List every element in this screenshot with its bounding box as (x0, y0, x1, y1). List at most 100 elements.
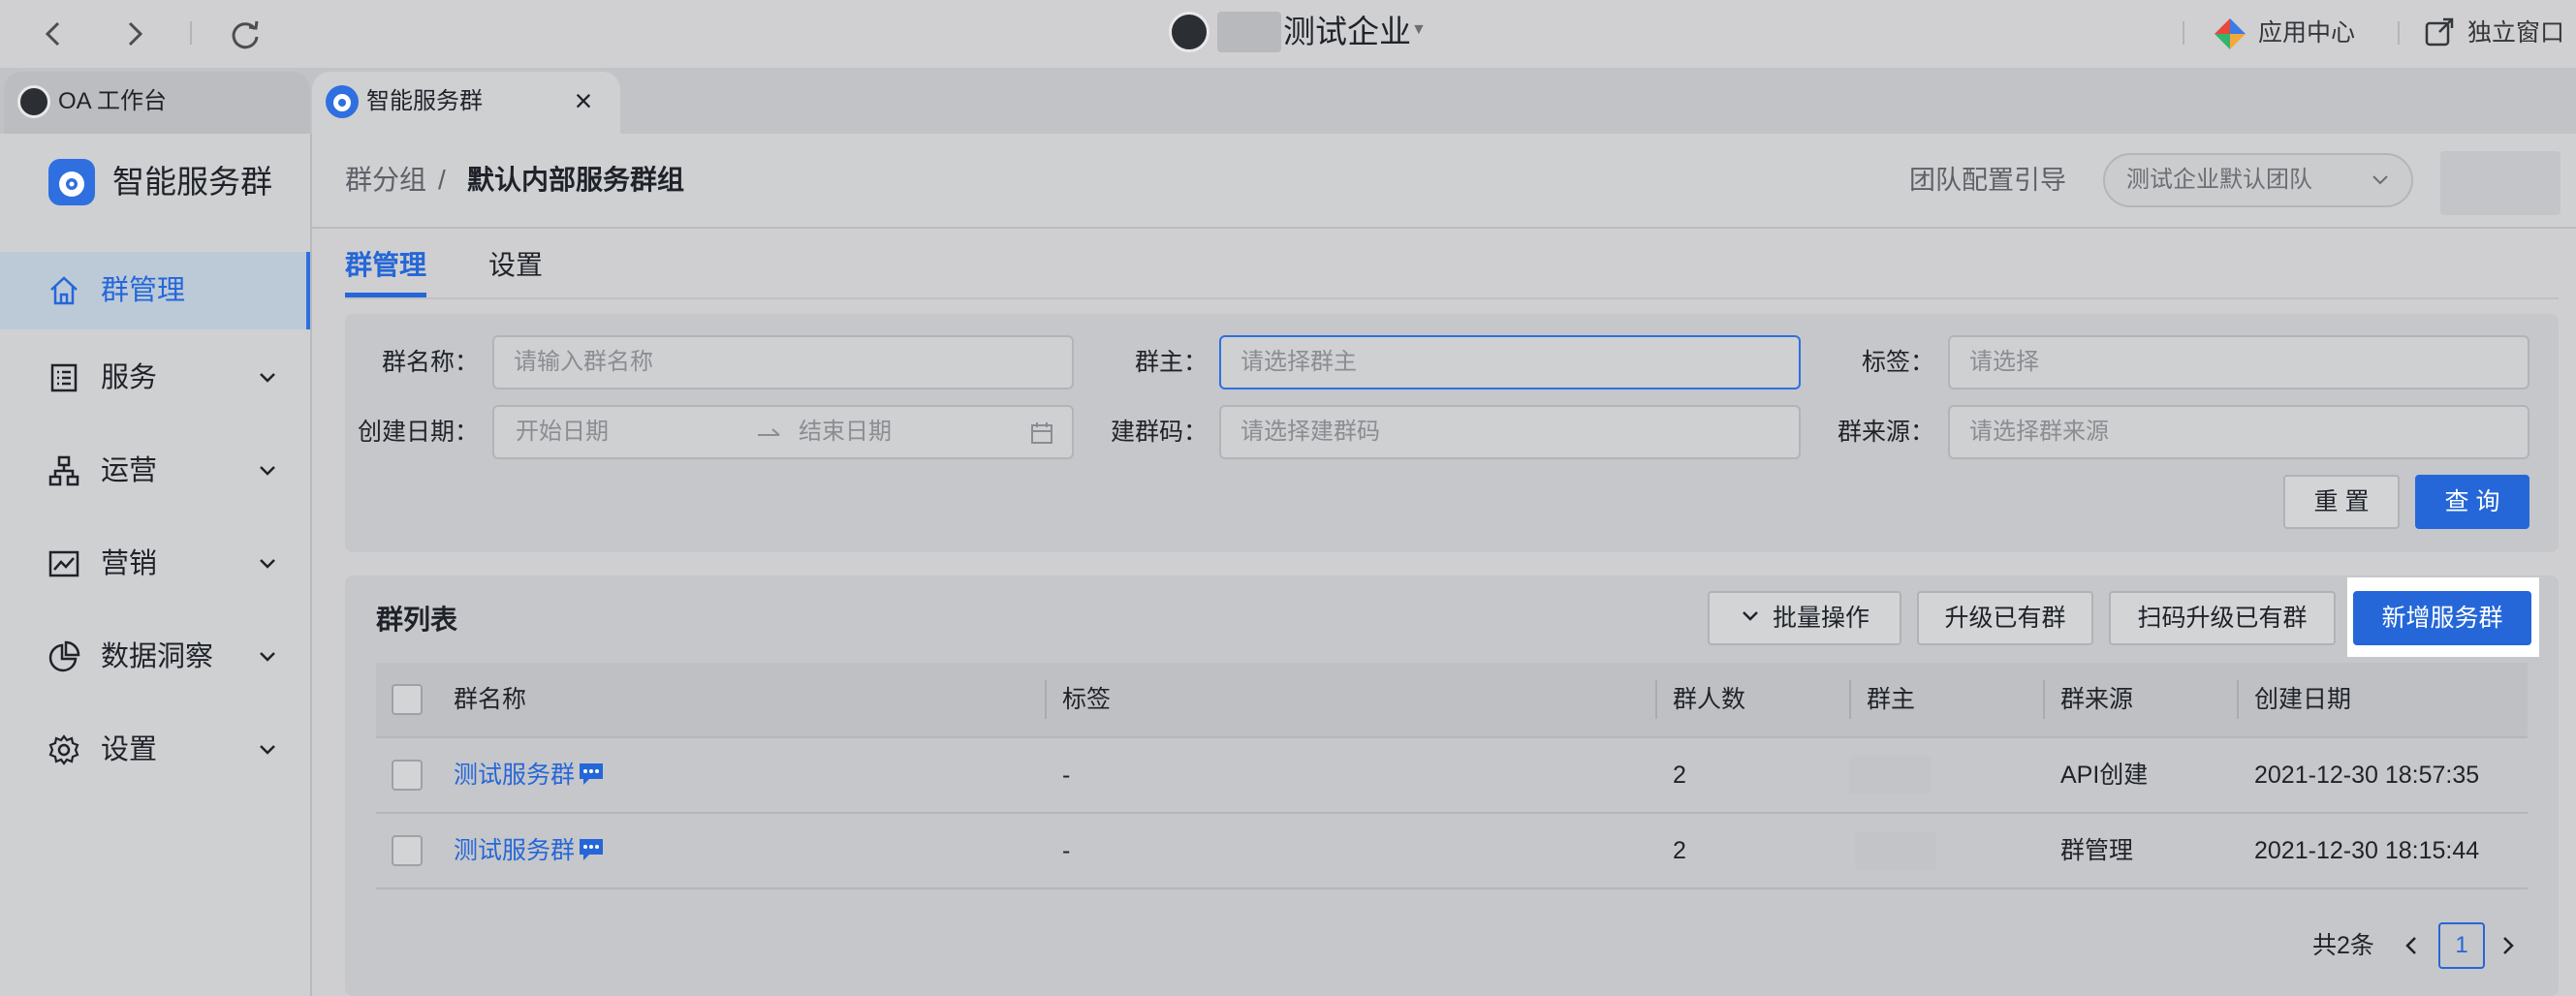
group-source-label: 群来源： (1837, 419, 1934, 446)
search-button[interactable]: 查 询 (2415, 475, 2529, 529)
chat-icon[interactable] (578, 762, 605, 792)
chevron-down-icon (256, 552, 279, 576)
team-config-guide-link[interactable]: 团队配置引导 (1909, 161, 2066, 200)
app-center-icon[interactable] (2212, 16, 2248, 52)
column-header-members: 群人数 (1673, 686, 1746, 713)
tab-label: OA 工作台 (58, 88, 168, 114)
sidebar-item-service[interactable]: 服务 (0, 339, 310, 417)
org-name[interactable]: 测试企业 (1283, 10, 1411, 54)
column-divider (2043, 680, 2045, 719)
back-icon[interactable] (33, 14, 74, 54)
gear-icon (47, 732, 81, 767)
column-header-created: 创建日期 (2254, 686, 2352, 713)
popout-window-link[interactable]: 独立窗口 (2467, 16, 2564, 50)
chevron-down-icon (256, 459, 279, 482)
pie-chart-icon (47, 639, 81, 674)
list-title: 群列表 (376, 605, 458, 635)
owner-cell-blurred (1849, 756, 1931, 794)
forward-icon[interactable] (114, 14, 155, 54)
brand-logo-icon (48, 159, 95, 205)
row-checkbox[interactable] (392, 835, 423, 866)
column-header-owner: 群主 (1867, 686, 1916, 713)
chevron-down-icon (1740, 594, 1761, 644)
sidebar-item-marketing[interactable]: 营销 (0, 525, 310, 603)
group-name-input[interactable] (492, 335, 1074, 389)
owner-cell-blurred (1855, 831, 1936, 870)
end-date-input[interactable]: 结束日期 (799, 417, 892, 448)
tag-label: 标签： (1861, 349, 1934, 376)
sidebar-item-label: 群管理 (101, 275, 186, 306)
breadcrumb-parent[interactable]: 群分组 (345, 161, 426, 200)
tag-cell: - (1062, 837, 1071, 864)
tab-group-management[interactable]: 群管理 (345, 246, 426, 285)
sidebar-item-label: 设置 (101, 734, 158, 765)
close-icon[interactable]: × (564, 81, 603, 120)
page-button-current[interactable]: 1 (2438, 922, 2485, 969)
team-select[interactable]: 测试企业默认团队 (2103, 153, 2413, 207)
select-all-checkbox[interactable] (392, 684, 423, 715)
popout-window-icon[interactable] (2423, 16, 2456, 48)
row-divider (376, 812, 2528, 814)
sidebar-item-operations[interactable]: 运营 (0, 432, 310, 510)
tab-oa-workbench[interactable]: OA 工作台 (4, 72, 310, 134)
scan-upgrade-group-button[interactable]: 扫码升级已有群 (2109, 591, 2336, 645)
created-date-label: 创建日期： (357, 419, 479, 446)
prev-page-icon[interactable] (2400, 932, 2423, 959)
tab-label: 智能服务群 (366, 88, 483, 114)
group-code-select[interactable] (1219, 405, 1801, 459)
chevron-down-icon (2369, 169, 2392, 192)
group-name-label: 群名称： (381, 349, 479, 376)
breadcrumb-separator: / (438, 165, 446, 195)
start-date-input[interactable]: 开始日期 (516, 417, 609, 448)
members-cell: 2 (1673, 837, 1686, 864)
batch-operations-button[interactable]: 批量操作 (1708, 591, 1901, 645)
tag-select[interactable] (1948, 335, 2529, 389)
app-center-link[interactable]: 应用中心 (2258, 16, 2355, 50)
sidebar-item-label: 服务 (101, 362, 158, 393)
chevron-down-icon (256, 738, 279, 762)
sidebar: 智能服务群 群管理 服务 运营 营销 数据洞察 设置 (0, 134, 312, 996)
group-code-label: 建群码： (1110, 419, 1208, 446)
group-source-select[interactable] (1948, 405, 2529, 459)
reset-button[interactable]: 重 置 (2283, 475, 2400, 529)
created-cell: 2021-12-30 18:15:44 (2254, 837, 2480, 864)
user-avatar-blurred[interactable] (2440, 151, 2560, 215)
tab-smart-service-group[interactable]: 智能服务群 × (312, 72, 620, 134)
row-checkbox[interactable] (392, 760, 423, 791)
column-divider (1045, 680, 1047, 719)
group-name-link[interactable]: 测试服务群 (454, 758, 575, 793)
home-icon (47, 273, 81, 308)
owner-select[interactable] (1219, 335, 1801, 389)
org-avatar[interactable] (1169, 12, 1209, 52)
sidebar-item-data-insights[interactable]: 数据洞察 (0, 618, 310, 696)
chevron-down-icon (256, 366, 279, 389)
brand-name: 智能服务群 (112, 164, 272, 200)
add-service-group-button[interactable]: 新增服务群 (2353, 591, 2531, 645)
source-cell: 群管理 (2060, 837, 2134, 864)
upgrade-existing-group-button[interactable]: 升级已有群 (1917, 591, 2093, 645)
titlebar-divider (2183, 21, 2184, 45)
tag-cell: - (1062, 762, 1071, 789)
sidebar-item-settings[interactable]: 设置 (0, 711, 310, 789)
next-page-icon[interactable] (2497, 932, 2520, 959)
sidebar-item-group-management[interactable]: 群管理 (0, 252, 310, 329)
column-divider (1849, 680, 1851, 719)
owner-label: 群主： (1134, 349, 1208, 376)
batch-operations-label: 批量操作 (1772, 605, 1869, 632)
arrow-right-icon (754, 419, 783, 452)
tab-settings[interactable]: 设置 (488, 246, 543, 285)
chat-icon[interactable] (578, 837, 605, 867)
group-name-link[interactable]: 测试服务群 (454, 833, 575, 868)
org-chart-icon (47, 453, 81, 488)
sidebar-item-label: 营销 (101, 548, 158, 579)
breadcrumb-current: 默认内部服务群组 (467, 165, 685, 195)
date-range-picker[interactable]: 开始日期 结束日期 (492, 405, 1074, 459)
titlebar-divider (2398, 21, 2400, 45)
created-cell: 2021-12-30 18:57:35 (2254, 762, 2480, 789)
refresh-icon[interactable] (225, 14, 266, 54)
source-cell: API创建 (2060, 762, 2149, 789)
sidebar-item-label: 数据洞察 (101, 641, 214, 672)
row-divider (376, 736, 2528, 738)
caret-down-icon[interactable]: ▼ (1411, 21, 1427, 39)
line-chart-icon (47, 546, 81, 581)
